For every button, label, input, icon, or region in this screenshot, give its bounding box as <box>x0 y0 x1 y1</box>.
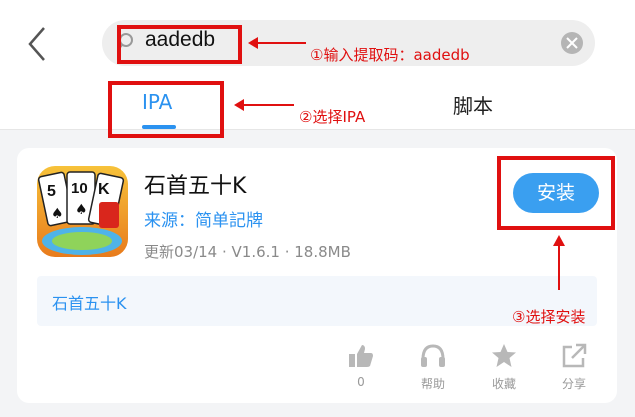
close-icon <box>566 37 578 49</box>
svg-text:♠: ♠ <box>75 202 88 218</box>
svg-text:5: 5 <box>47 183 56 200</box>
svg-text:♠: ♠ <box>51 206 64 222</box>
back-button[interactable] <box>24 24 54 64</box>
share-label: 分享 <box>561 377 586 391</box>
like-count: 0 <box>357 375 365 389</box>
app-source[interactable]: 来源：简单記牌 <box>144 206 263 231</box>
arrow-up-icon <box>553 235 565 290</box>
annotation-step2: ②选择IPA <box>299 108 366 126</box>
annotation-box-search <box>117 25 242 64</box>
thumbs-up-icon <box>349 345 373 367</box>
help-label: 帮助 <box>420 377 445 391</box>
annotation-box-install <box>497 156 615 230</box>
annotation-step3: ③选择安装 <box>512 308 586 326</box>
favorite-label: 收藏 <box>491 377 516 391</box>
annotation-box-ipa <box>108 81 224 138</box>
playing-cards-icon: 5 10 K ♠ ♠ <box>37 166 128 257</box>
clear-search-button[interactable] <box>561 32 583 54</box>
tab-script[interactable]: 脚本 <box>453 90 493 119</box>
description-text: 石首五十K <box>52 294 127 313</box>
chevron-left-icon <box>28 27 45 61</box>
svg-text:10: 10 <box>71 180 88 197</box>
headphones-icon <box>421 344 445 367</box>
share-icon <box>562 343 587 368</box>
app-name: 石首五十K <box>144 174 247 199</box>
share-button[interactable]: 分享 <box>554 342 594 392</box>
annotation-step1: ①输入提取码：aadedb <box>310 46 470 64</box>
help-button[interactable]: 帮助 <box>413 342 453 392</box>
app-icon[interactable]: 5 10 K ♠ ♠ <box>37 166 128 257</box>
favorite-button[interactable]: 收藏 <box>484 342 524 392</box>
app-meta: 更新03/14 · V1.6.1 · 18.8MB <box>144 243 351 261</box>
star-icon <box>492 344 516 367</box>
svg-text:K: K <box>98 181 110 198</box>
arrow-left-icon <box>248 37 306 49</box>
arrow-left-icon <box>234 99 294 111</box>
like-button[interactable]: 0 <box>341 342 381 389</box>
